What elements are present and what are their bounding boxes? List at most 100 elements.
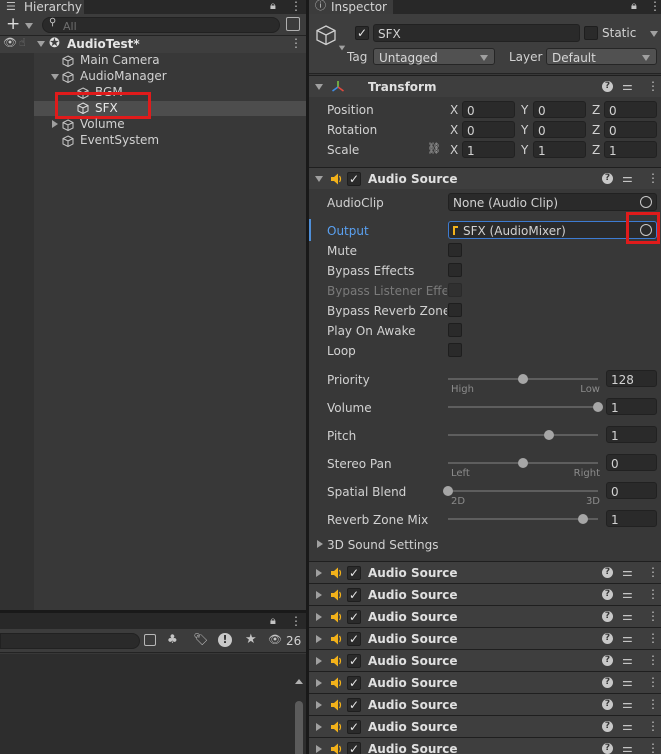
component-menu-icon[interactable]: ⋮: [647, 80, 659, 92]
rotation-y-field[interactable]: 0: [533, 121, 586, 138]
add-button[interactable]: +: [6, 16, 20, 33]
rotation-x-field[interactable]: 0: [462, 121, 515, 138]
slider-value-field[interactable]: 128: [606, 370, 657, 387]
eye-icon[interactable]: 👁︎: [3, 37, 17, 48]
search-by-type-icon[interactable]: [144, 634, 156, 646]
help-icon[interactable]: ?: [602, 655, 613, 666]
component-enabled-checkbox[interactable]: [347, 742, 361, 754]
sound-settings-foldout[interactable]: 3D Sound Settings: [327, 539, 439, 551]
layer-dropdown[interactable]: Default: [546, 48, 657, 65]
object-name-field[interactable]: SFX: [373, 24, 580, 42]
audio-source-header-collapsed[interactable]: Audio Source? ⚌ ⋮: [309, 561, 661, 583]
slider-track[interactable]: [448, 490, 598, 492]
more-options-icon[interactable]: ⋮: [290, 0, 302, 12]
presets-sliders-icon[interactable]: ⚌: [622, 566, 633, 578]
project-search-input[interactable]: [0, 633, 140, 649]
component-menu-icon[interactable]: ⋮: [647, 632, 659, 644]
expand-icon[interactable]: [316, 701, 322, 709]
static-checkbox[interactable]: [584, 26, 598, 40]
component-enabled-checkbox[interactable]: [347, 172, 361, 186]
slider-thumb[interactable]: [518, 458, 528, 468]
component-enabled-checkbox[interactable]: [347, 632, 361, 646]
presets-sliders-icon[interactable]: ⚌: [622, 610, 633, 622]
audio-source-header-collapsed[interactable]: Audio Source? ⚌ ⋮: [309, 583, 661, 605]
help-icon[interactable]: ?: [602, 589, 613, 600]
static-dropdown-icon[interactable]: [650, 31, 658, 37]
favorite-star-icon[interactable]: ★: [245, 633, 257, 646]
hierarchy-tab[interactable]: ☰ Hierarchy: [0, 0, 84, 14]
component-enabled-checkbox[interactable]: [347, 566, 361, 580]
slider-track[interactable]: [448, 434, 598, 436]
presets-sliders-icon[interactable]: ⚌: [622, 632, 633, 644]
rotation-z-field[interactable]: 0: [604, 121, 657, 138]
presets-sliders-icon[interactable]: ⚌: [622, 172, 633, 184]
expand-icon[interactable]: [316, 613, 322, 621]
expand-icon[interactable]: [316, 569, 322, 577]
expand-icon[interactable]: [316, 591, 322, 599]
slider-thumb[interactable]: [593, 402, 603, 412]
filter-by-type-icon[interactable]: ♣: [167, 633, 178, 645]
audio-source-header[interactable]: Audio Source ? ⚌ ⋮: [309, 167, 661, 189]
scale-z-field[interactable]: 1: [604, 141, 657, 158]
icon-dropdown-icon[interactable]: [338, 45, 346, 51]
help-icon[interactable]: ?: [602, 173, 613, 184]
component-menu-icon[interactable]: ⋮: [647, 654, 659, 666]
audioclip-field[interactable]: None (Audio Clip): [448, 193, 657, 211]
presets-sliders-icon[interactable]: ⚌: [622, 698, 633, 710]
mute-checkbox[interactable]: [448, 243, 462, 257]
component-enabled-checkbox[interactable]: [347, 720, 361, 734]
expand-icon[interactable]: [316, 635, 322, 643]
audio-source-header-collapsed[interactable]: Audio Source? ⚌ ⋮: [309, 671, 661, 693]
gameobject-cube-icon[interactable]: [315, 24, 337, 46]
expand-icon[interactable]: [316, 745, 322, 753]
component-menu-icon[interactable]: ⋮: [647, 588, 659, 600]
audio-source-header-collapsed[interactable]: Audio Source? ⚌ ⋮: [309, 605, 661, 627]
presets-sliders-icon[interactable]: ⚌: [622, 654, 633, 666]
scene-row[interactable]: [0, 36, 306, 53]
help-icon[interactable]: ?: [602, 699, 613, 710]
component-menu-icon[interactable]: ⋮: [647, 610, 659, 622]
hierarchy-item-eventsystem[interactable]: EventSystem: [34, 133, 306, 149]
slider-thumb[interactable]: [544, 430, 554, 440]
active-checkbox[interactable]: [355, 26, 369, 40]
help-icon[interactable]: ?: [602, 567, 613, 578]
vertical-scrollbar[interactable]: [294, 675, 304, 754]
lock-icon[interactable]: 🔒︎: [631, 0, 637, 11]
tag-dropdown[interactable]: Untagged: [373, 48, 495, 65]
slider-thumb[interactable]: [443, 486, 453, 496]
expand-icon[interactable]: [316, 657, 322, 665]
bypass-effects-checkbox[interactable]: [448, 263, 462, 277]
presets-sliders-icon[interactable]: ⚌: [622, 742, 633, 754]
scroll-up-arrow[interactable]: [295, 679, 303, 684]
help-icon[interactable]: ?: [602, 721, 613, 732]
scale-x-field[interactable]: 1: [462, 141, 515, 158]
slider-value-field[interactable]: 1: [606, 398, 657, 415]
hierarchy-item-main-camera[interactable]: Main Camera: [34, 53, 306, 69]
position-z-field[interactable]: 0: [604, 101, 657, 118]
scene-more-icon[interactable]: ⋮: [290, 37, 302, 49]
position-x-field[interactable]: 0: [462, 101, 515, 118]
position-y-field[interactable]: 0: [533, 101, 586, 118]
hierarchy-item-audiomanager[interactable]: AudioManager: [34, 69, 306, 85]
help-icon[interactable]: ?: [602, 81, 613, 92]
presets-sliders-icon[interactable]: ⚌: [622, 720, 633, 732]
slider-value-field[interactable]: 1: [606, 510, 657, 527]
component-menu-icon[interactable]: ⋮: [647, 720, 659, 732]
loop-checkbox[interactable]: [448, 343, 462, 357]
help-icon[interactable]: ?: [602, 677, 613, 688]
presets-sliders-icon[interactable]: ⚌: [622, 80, 633, 92]
component-enabled-checkbox[interactable]: [347, 654, 361, 668]
warning-filter-icon[interactable]: !: [218, 633, 232, 647]
hierarchy-search-input[interactable]: All: [42, 17, 280, 33]
pickable-icon[interactable]: ☝︎: [19, 37, 26, 48]
component-menu-icon[interactable]: ⋮: [647, 742, 659, 754]
audio-source-header-collapsed[interactable]: Audio Source? ⚌ ⋮: [309, 693, 661, 715]
component-enabled-checkbox[interactable]: [347, 676, 361, 690]
constrain-proportions-icon[interactable]: ⛓︎: [427, 143, 441, 154]
inspector-tab[interactable]: ⓘ Inspector: [309, 0, 393, 14]
scroll-thumb[interactable]: [295, 701, 303, 754]
lock-icon[interactable]: 🔒︎: [270, 0, 276, 11]
expand-icon[interactable]: [316, 723, 322, 731]
help-icon[interactable]: ?: [602, 633, 613, 644]
help-icon[interactable]: ?: [602, 611, 613, 622]
